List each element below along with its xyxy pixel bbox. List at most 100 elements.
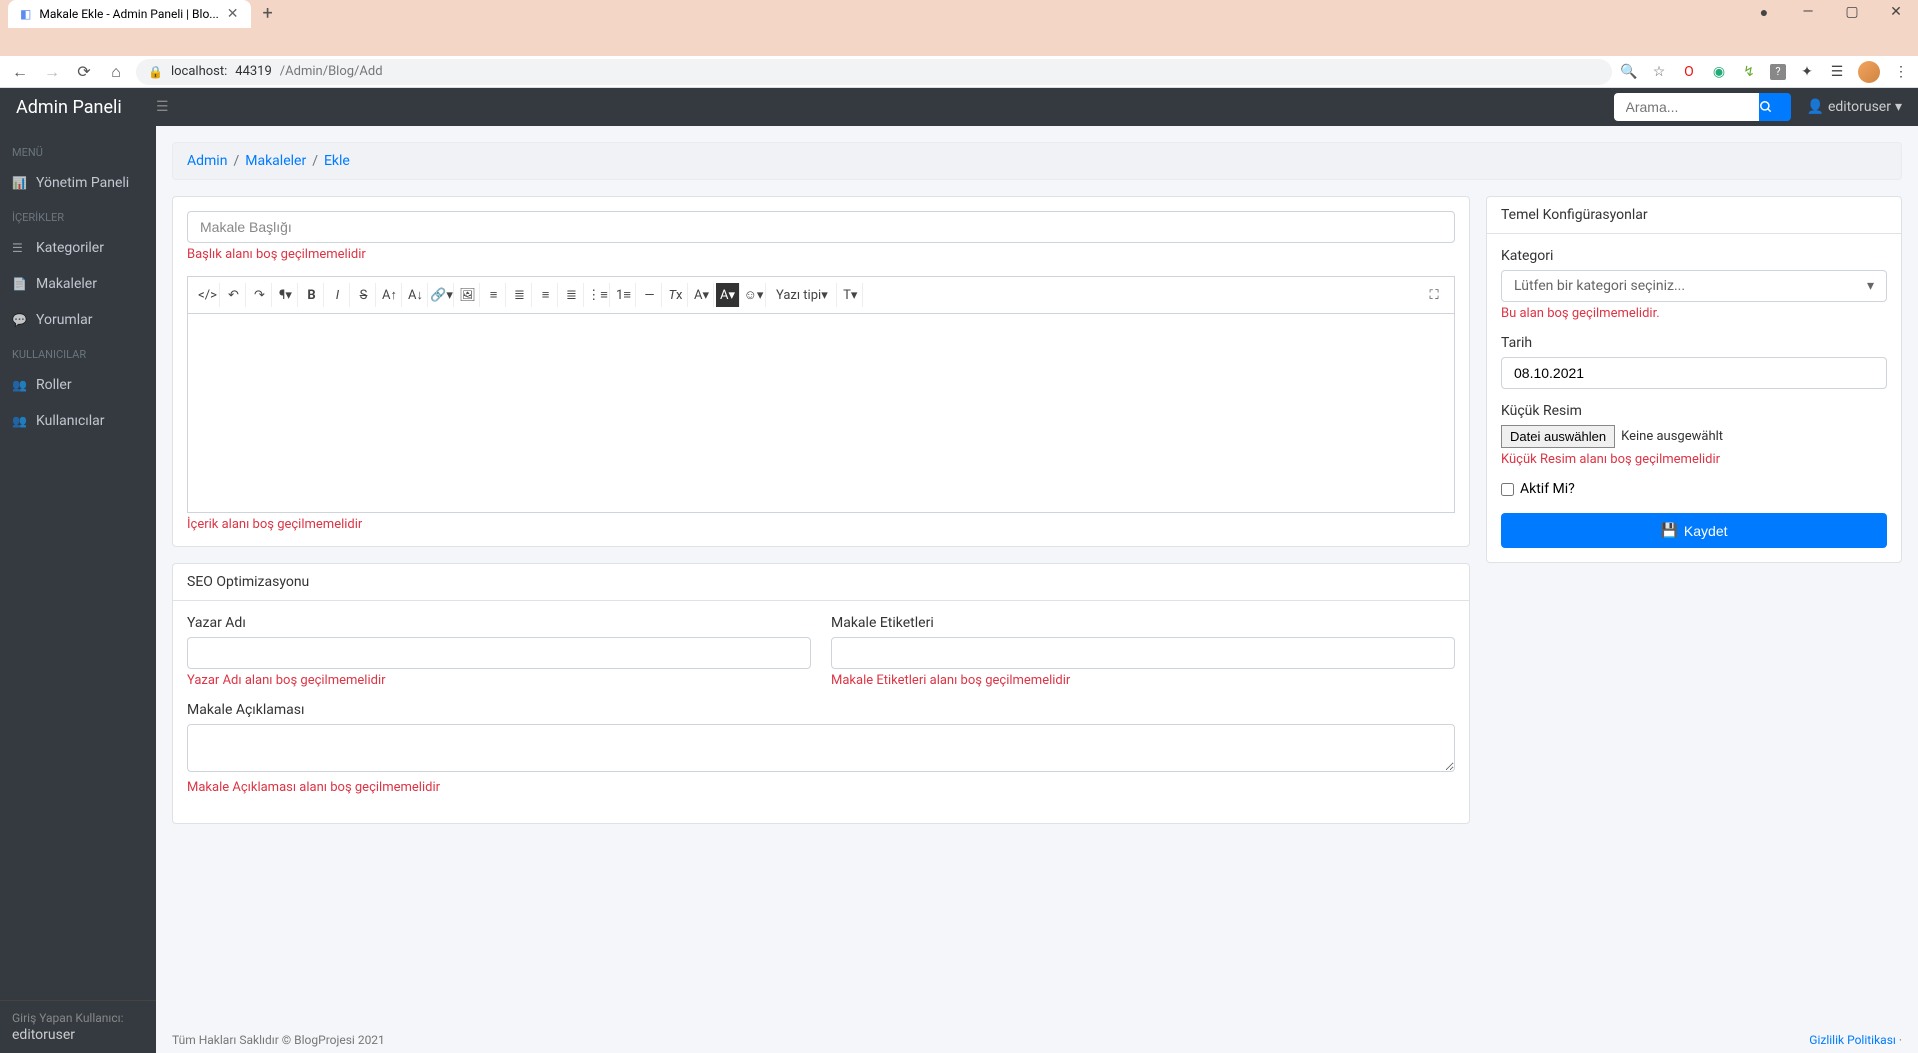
sidebar-header-users: KULLANICILAR	[0, 338, 156, 367]
sidebar-item-dashboard[interactable]: 📊 Yönetim Paneli	[0, 165, 156, 201]
search-input[interactable]	[1614, 93, 1759, 121]
font-family-button[interactable]: Yazı tipi ▾	[768, 283, 837, 307]
footer-label: Giriş Yapan Kullanıcı:	[12, 1011, 144, 1025]
address-bar: ← → ⟳ ⌂ 🔒 localhost:44319/Admin/Blog/Add…	[0, 56, 1918, 88]
desc-label: Makale Açıklaması	[187, 702, 1455, 718]
align-center-button[interactable]: ≣	[508, 283, 532, 307]
sidebar-item-comments[interactable]: 💬 Yorumlar	[0, 302, 156, 338]
ext-icon-1[interactable]: ◉	[1710, 63, 1728, 81]
zoom-icon[interactable]: 🔍	[1620, 63, 1638, 81]
content-area: Admin / Makaleler / Ekle Başlık alanı bo…	[156, 126, 1918, 1053]
sidebar-item-label: Kullanıcılar	[36, 413, 105, 429]
close-tab-button[interactable]: ✕	[227, 6, 239, 22]
sidebar: MENÜ 📊 Yönetim Paneli İÇERİKLER ☰ Katego…	[0, 126, 156, 1053]
profile-avatar[interactable]	[1858, 61, 1880, 83]
sidebar-toggle-button[interactable]: ☰	[156, 99, 169, 115]
code-view-button[interactable]: </>	[196, 283, 220, 307]
emoji-button[interactable]: ☺▾	[742, 283, 766, 307]
hr-button[interactable]: —	[638, 283, 662, 307]
record-icon[interactable]: ●	[1750, 4, 1778, 21]
extensions-icon[interactable]: ✦	[1798, 63, 1816, 81]
sidebar-header-menu: MENÜ	[0, 136, 156, 165]
tags-label: Makale Etiketleri	[831, 615, 1455, 631]
undo-button[interactable]: ↶	[222, 283, 246, 307]
align-right-button[interactable]: ≡	[534, 283, 558, 307]
menu-icon[interactable]: ⋮	[1892, 63, 1910, 81]
minimize-button[interactable]: —	[1794, 4, 1822, 21]
sidebar-header-contents: İÇERİKLER	[0, 201, 156, 230]
title-input[interactable]	[187, 211, 1455, 243]
align-justify-button[interactable]: ≣	[560, 283, 584, 307]
unordered-list-button[interactable]: ⋮≡	[586, 283, 610, 307]
brand-label: Admin Paneli	[16, 97, 156, 118]
sidebar-item-categories[interactable]: ☰ Kategoriler	[0, 230, 156, 266]
tab-title: Makale Ekle - Admin Paneli | Blo...	[39, 7, 218, 21]
url-input[interactable]: 🔒 localhost:44319/Admin/Blog/Add	[136, 59, 1612, 85]
editor-content[interactable]	[187, 313, 1455, 513]
paragraph-button[interactable]: ¶▾	[274, 283, 298, 307]
sidebar-item-label: Makaleler	[36, 276, 97, 292]
ext-icon-2[interactable]: ↯	[1740, 63, 1758, 81]
content-error: İçerik alanı boş geçilmemelidir	[187, 517, 1455, 532]
font-size-button[interactable]: T▾	[839, 283, 863, 307]
sidebar-item-label: Yönetim Paneli	[36, 175, 129, 191]
date-label: Tarih	[1501, 335, 1887, 351]
url-host: localhost:	[171, 64, 227, 79]
privacy-link[interactable]: Gizlilik Politikası	[1809, 1033, 1896, 1047]
clear-format-button[interactable]: Tx	[664, 283, 688, 307]
italic-button[interactable]: I	[326, 283, 350, 307]
help-icon[interactable]: ?	[1770, 64, 1786, 80]
strike-button[interactable]: S	[352, 283, 376, 307]
browser-tab[interactable]: ◧ Makale Ekle - Admin Paneli | Blo... ✕	[8, 0, 251, 28]
fullscreen-button[interactable]: ⛶	[1422, 283, 1446, 307]
bold-button[interactable]: B	[300, 283, 324, 307]
category-label: Kategori	[1501, 248, 1887, 264]
gauge-icon: 📊	[12, 176, 28, 190]
author-input[interactable]	[187, 637, 811, 669]
lock-icon: 🔒	[148, 65, 163, 79]
font-color-button[interactable]: A▾	[690, 283, 714, 307]
sidebar-item-roles[interactable]: 👥 Roller	[0, 367, 156, 403]
sidebar-item-label: Kategoriler	[36, 240, 104, 256]
breadcrumb-admin[interactable]: Admin	[187, 153, 227, 169]
author-error: Yazar Adı alanı boş geçilmemelidir	[187, 673, 811, 688]
ordered-list-button[interactable]: 1≡	[612, 283, 636, 307]
search-button[interactable]	[1759, 93, 1791, 121]
user-name: editoruser	[1828, 99, 1891, 115]
breadcrumb-add[interactable]: Ekle	[324, 153, 350, 169]
redo-button[interactable]: ↷	[248, 283, 272, 307]
user-menu[interactable]: 👤 editoruser ▾	[1807, 99, 1902, 115]
home-button[interactable]: ⌂	[104, 62, 128, 82]
reload-button[interactable]: ⟳	[72, 62, 96, 81]
font-size-up-button[interactable]: A↑	[378, 283, 402, 307]
breadcrumb-articles[interactable]: Makaleler	[245, 153, 306, 169]
desc-input[interactable]	[187, 724, 1455, 772]
opera-icon[interactable]: O	[1680, 63, 1698, 81]
close-window-button[interactable]: ✕	[1882, 4, 1910, 21]
align-left-button[interactable]: ≡	[482, 283, 506, 307]
search-icon	[1759, 100, 1773, 114]
sidebar-item-articles[interactable]: 📄 Makaleler	[0, 266, 156, 302]
maximize-button[interactable]: ▢	[1838, 4, 1866, 21]
image-button[interactable]: 🖼	[456, 283, 480, 307]
active-checkbox[interactable]	[1501, 483, 1514, 496]
date-input[interactable]	[1501, 357, 1887, 389]
font-size-down-button[interactable]: A↓	[404, 283, 428, 307]
category-select[interactable]: Lütfen bir kategori seçiniz... ▾	[1501, 270, 1887, 302]
category-error: Bu alan boş geçilmemelidir.	[1501, 306, 1887, 321]
save-button[interactable]: 💾 Kaydet	[1501, 513, 1887, 548]
tags-input[interactable]	[831, 637, 1455, 669]
forward-button[interactable]: →	[40, 62, 64, 82]
sidebar-item-users[interactable]: 👥 Kullanıcılar	[0, 403, 156, 439]
file-choose-button[interactable]: Datei auswählen	[1501, 425, 1615, 448]
breadcrumb-divider: /	[233, 153, 239, 169]
user-icon: 👤	[1807, 99, 1824, 115]
reading-list-icon[interactable]: ☰	[1828, 63, 1846, 81]
star-icon[interactable]: ☆	[1650, 63, 1668, 81]
new-tab-button[interactable]: +	[251, 0, 285, 28]
bg-color-button[interactable]: A▾	[716, 283, 740, 307]
editor-toolbar: </> ↶ ↷ ¶▾ B I S A↑ A↓ 🔗▾ 🖼	[187, 276, 1455, 313]
back-button[interactable]: ←	[8, 62, 32, 82]
desc-error: Makale Açıklaması alanı boş geçilmemelid…	[187, 780, 1455, 795]
link-button[interactable]: 🔗▾	[430, 283, 454, 307]
